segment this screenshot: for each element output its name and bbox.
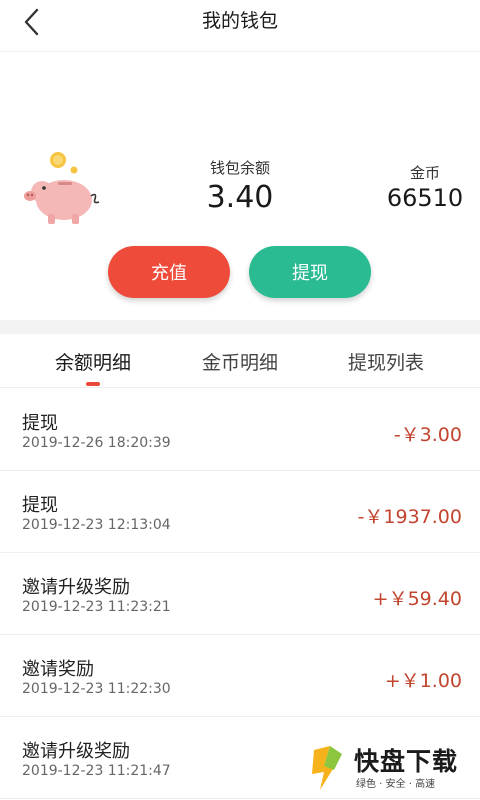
transaction-title: 提现	[22, 413, 58, 434]
tab-bar: 余额明细 金币明细 提现列表	[0, 334, 480, 388]
transaction-title: 提现	[22, 495, 58, 516]
transaction-amount: +￥59.40	[372, 588, 462, 610]
balance-label: 钱包余额	[209, 159, 270, 177]
transaction-title: 邀请升级奖励	[22, 741, 130, 762]
tab-balance-detail[interactable]: 余额明细	[18, 348, 168, 375]
transaction-date: 2019-12-26 18:20:39	[22, 435, 171, 451]
transaction-date: 2019-12-23 11:22:30	[22, 681, 171, 697]
app-header: 我的钱包	[0, 0, 480, 52]
watermark-logo: 快盘下载 绿色 · 安全 · 高速	[306, 742, 476, 794]
transaction-amount: -￥1937.00	[357, 506, 462, 528]
withdraw-button[interactable]: 提现	[249, 246, 371, 298]
coin-value: 66510	[386, 184, 464, 212]
list-item[interactable]: 提现 2019-12-23 12:13:04 -￥1937.00	[0, 471, 480, 553]
transaction-date: 2019-12-23 12:13:04	[22, 517, 171, 533]
recharge-button[interactable]: 充值	[108, 246, 230, 298]
transaction-amount: +￥1.00	[384, 670, 462, 692]
tab-coin-detail[interactable]: 金币明细	[165, 348, 315, 375]
tab-withdraw-list[interactable]: 提现列表	[311, 348, 461, 375]
balance-value: 3.40	[206, 180, 274, 215]
watermark-name: 快盘下载	[354, 747, 459, 776]
page-title: 我的钱包	[201, 10, 278, 32]
active-tab-indicator	[86, 382, 100, 386]
transaction-title: 邀请升级奖励	[22, 577, 130, 598]
transaction-title: 邀请奖励	[22, 659, 94, 680]
coin-label: 金币	[409, 164, 440, 182]
list-item[interactable]: 邀请升级奖励 2019-12-23 11:23:21 +￥59.40	[0, 553, 480, 635]
transaction-amount: -￥3.00	[393, 424, 462, 446]
list-item[interactable]: 邀请奖励 2019-12-23 11:22:30 +￥1.00	[0, 635, 480, 717]
transaction-date: 2019-12-23 11:21:47	[22, 763, 171, 779]
section-divider	[0, 320, 480, 334]
transaction-list: 提现 2019-12-26 18:20:39 -￥3.00 提现 2019-12…	[0, 389, 480, 799]
watermark-tagline: 绿色 · 安全 · 高速	[356, 779, 436, 790]
wallet-summary: 钱包余额 3.40 金币 66510 充值 提现	[0, 52, 480, 320]
list-item[interactable]: 提现 2019-12-26 18:20:39 -￥3.00	[0, 389, 480, 471]
transaction-date: 2019-12-23 11:23:21	[22, 599, 171, 615]
piggy-bank-icon	[24, 152, 100, 224]
lightning-logo-icon	[312, 746, 342, 790]
